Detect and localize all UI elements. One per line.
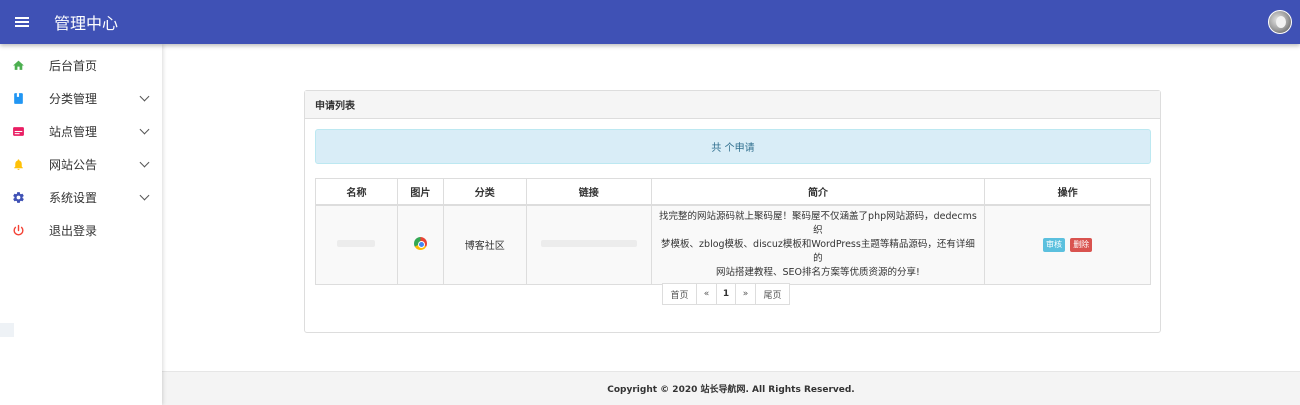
footer-copyright: Copyright © 2020 站长导航网. All Rights Reser…	[162, 371, 1300, 405]
sidebar-item-label: 网站公告	[49, 158, 98, 172]
delete-button[interactable]: 删除	[1070, 237, 1093, 252]
site-favicon-image	[413, 236, 427, 250]
gear-icon	[12, 191, 25, 204]
user-avatar[interactable]	[1268, 10, 1292, 34]
sidebar-item-label: 站点管理	[49, 125, 98, 139]
page-next-button[interactable]: »	[735, 283, 756, 305]
column-header-image: 图片	[396, 178, 444, 206]
cell-name	[315, 204, 398, 285]
column-header-name: 名称	[315, 178, 398, 206]
redacted-name	[337, 240, 376, 247]
top-app-bar: 管理中心	[0, 0, 1300, 44]
panel-title: 申请列表	[305, 91, 1160, 119]
column-header-category: 分类	[442, 178, 527, 206]
page-last-button[interactable]: 尾页	[755, 283, 790, 305]
browser-window-icon	[12, 125, 25, 138]
table-header-row: 名称 图片 分类 链接 简介 操作	[315, 178, 1151, 206]
cell-image	[396, 204, 444, 285]
approve-button[interactable]: 审核	[1043, 237, 1065, 252]
menu-toggle-button[interactable]	[0, 0, 44, 44]
book-icon	[12, 92, 25, 105]
table-row: 博客社区 找完整的网站源码就上聚码屋！聚码屋不仅涵盖了php网站源码，dedec…	[315, 204, 1151, 285]
intro-line: 梦模板、zblog模板、discuz模板和WordPress主题等精品源码，还有…	[661, 238, 975, 264]
pagination: 首页 « 1 » 尾页	[662, 283, 790, 305]
cell-link	[525, 204, 652, 285]
sidebar-item-dashboard[interactable]: 后台首页	[0, 49, 162, 82]
chevron-down-icon	[139, 190, 150, 201]
bell-icon	[12, 158, 25, 171]
column-header-actions: 操作	[984, 178, 1151, 206]
sidebar-item-label: 退出登录	[49, 224, 98, 238]
main-content: 申请列表 共 个申请 名称 图片 分类 链接 简介 操作 博客社区 找完整的网站…	[162, 44, 1300, 371]
home-icon	[12, 59, 25, 72]
column-header-link: 链接	[525, 178, 652, 206]
app-title: 管理中心	[54, 14, 119, 33]
sidebar-item-label: 系统设置	[49, 191, 98, 205]
sidebar-item-label: 后台首页	[49, 59, 98, 73]
hamburger-menu-icon	[15, 17, 29, 27]
sidebar-item-sites[interactable]: 站点管理	[0, 115, 162, 148]
cell-intro: 找完整的网站源码就上聚码屋！聚码屋不仅涵盖了php网站源码，dedecms织 梦…	[650, 204, 986, 285]
sidebar-item-announcements[interactable]: 网站公告	[0, 148, 162, 181]
sidebar-item-logout[interactable]: 退出登录	[0, 214, 162, 247]
application-table: 名称 图片 分类 链接 简介 操作 博客社区 找完整的网站源码就上聚码屋！聚码屋…	[315, 178, 1151, 285]
page-current-button[interactable]: 1	[716, 283, 736, 305]
power-icon	[12, 224, 25, 237]
sidebar-item-settings[interactable]: 系统设置	[0, 181, 162, 214]
page-first-button[interactable]: 首页	[662, 283, 697, 305]
cell-actions: 审核 删除	[984, 204, 1151, 285]
column-header-intro: 简介	[650, 178, 986, 206]
chevron-down-icon	[139, 157, 150, 168]
sidebar-collapse-handle[interactable]	[0, 323, 14, 337]
intro-line: 找完整的网站源码就上聚码屋！聚码屋不仅涵盖了php网站源码，dedecms织	[659, 210, 977, 236]
redacted-link	[540, 240, 637, 247]
application-count-alert: 共 个申请	[315, 129, 1151, 164]
page-prev-button[interactable]: «	[696, 283, 717, 305]
chevron-down-icon	[139, 124, 150, 135]
sidebar: 后台首页 分类管理 站点管理 网站公告 系统设置 退出登录	[0, 44, 162, 405]
sidebar-item-categories[interactable]: 分类管理	[0, 82, 162, 115]
chevron-down-icon	[139, 91, 150, 102]
intro-line: 网站搭建教程、SEO排名方案等优质资源的分享!	[716, 266, 920, 278]
cell-category: 博客社区	[442, 204, 527, 285]
application-list-panel: 申请列表 共 个申请 名称 图片 分类 链接 简介 操作 博客社区 找完整的网站…	[304, 90, 1161, 333]
sidebar-item-label: 分类管理	[49, 92, 98, 106]
